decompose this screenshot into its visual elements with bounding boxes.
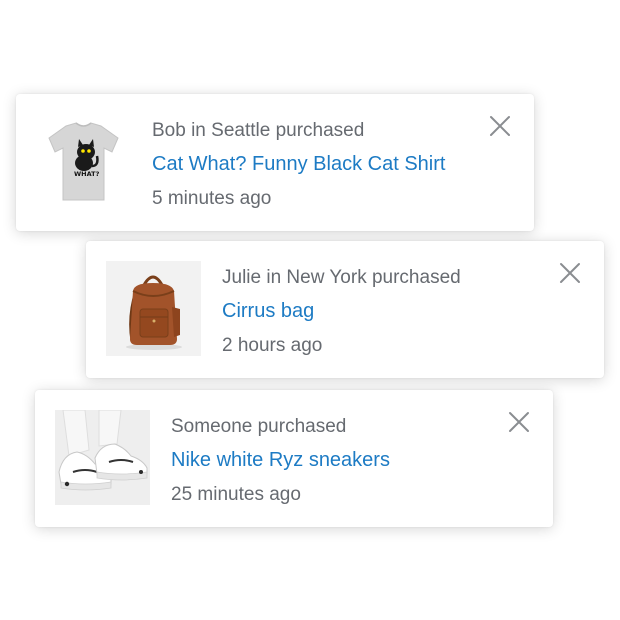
close-icon	[490, 116, 510, 136]
timestamp: 2 hours ago	[222, 335, 323, 356]
notifications-stage: WHAT? Bob in Seattle purchased Cat What?…	[0, 0, 620, 620]
product-link[interactable]: Cat What? Funny Black Cat Shirt	[152, 151, 464, 177]
purchase-notification-2: Julie in New York purchased Cirrus bag 2…	[86, 241, 604, 378]
buyer-text: Bob in Seattle purchased	[152, 120, 365, 141]
product-thumbnail-bag[interactable]	[106, 261, 201, 356]
close-button[interactable]	[558, 261, 582, 285]
product-link[interactable]: Nike white Ryz sneakers	[171, 447, 483, 473]
product-thumbnail-cat-shirt[interactable]: WHAT?	[36, 114, 131, 209]
notification-text: Bob in Seattle purchased Cat What? Funny…	[152, 118, 464, 212]
timestamp: 25 minutes ago	[171, 484, 301, 505]
buyer-text: Julie in New York purchased	[222, 267, 461, 288]
close-button[interactable]	[507, 410, 531, 434]
sneakers-image	[55, 410, 150, 505]
product-thumbnail-sneakers[interactable]	[55, 410, 150, 505]
cat-shirt-image: WHAT?	[36, 114, 131, 209]
close-button[interactable]	[488, 114, 512, 138]
notification-text: Someone purchased Nike white Ryz sneaker…	[171, 414, 483, 508]
close-icon	[560, 263, 580, 283]
svg-text:WHAT?: WHAT?	[74, 170, 100, 178]
backpack-image	[106, 261, 201, 356]
timestamp: 5 minutes ago	[152, 188, 272, 209]
notification-text: Julie in New York purchased Cirrus bag 2…	[222, 265, 534, 359]
purchase-notification-1: WHAT? Bob in Seattle purchased Cat What?…	[16, 94, 534, 231]
close-icon	[509, 412, 529, 432]
product-link[interactable]: Cirrus bag	[222, 298, 534, 324]
buyer-text: Someone purchased	[171, 416, 347, 437]
purchase-notification-3: Someone purchased Nike white Ryz sneaker…	[35, 390, 553, 527]
